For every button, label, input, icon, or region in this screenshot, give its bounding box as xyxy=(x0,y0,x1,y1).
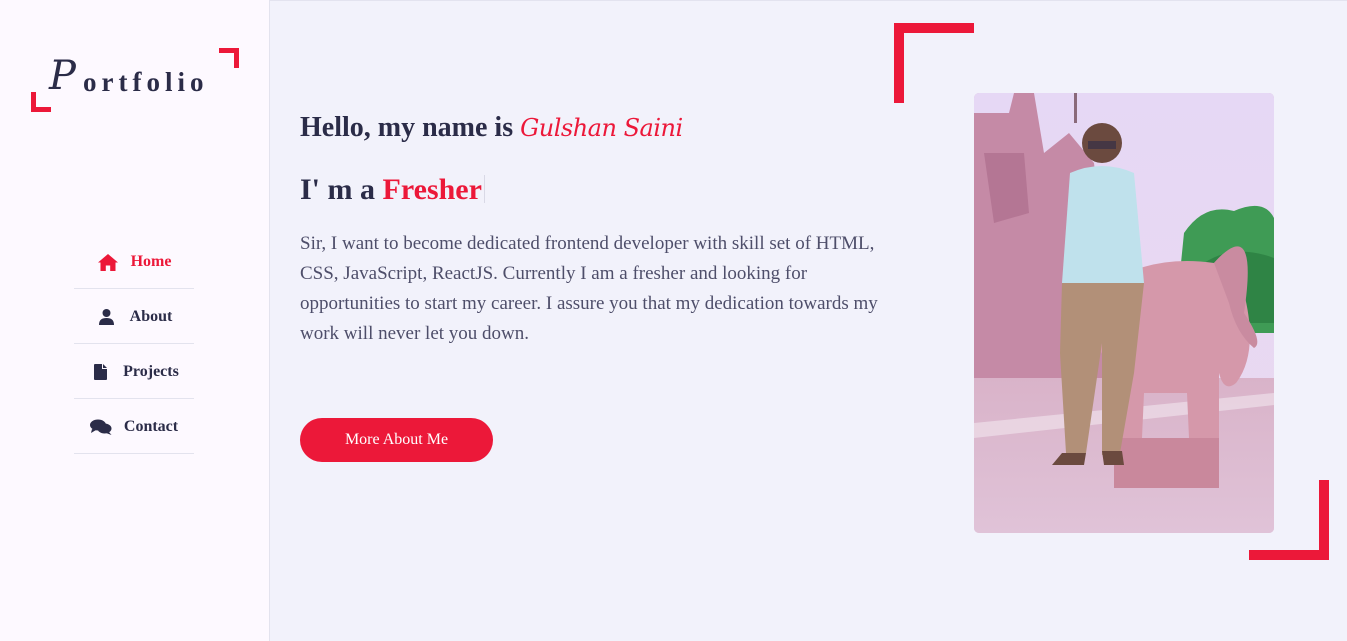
logo-text: ortfolio xyxy=(83,67,209,97)
intro-description: Sir, I want to become dedicated frontend… xyxy=(300,233,878,344)
person-name: Gulshan Saini xyxy=(520,114,683,142)
nav-item-contact[interactable]: Contact xyxy=(74,399,194,454)
sidebar: P ortfolio Home About Projects Contact xyxy=(0,0,270,641)
nav-item-label: Contact xyxy=(123,418,179,435)
nav-item-about[interactable]: About xyxy=(74,289,194,344)
file-icon xyxy=(89,363,111,381)
greeting-heading: Hello, my name is Gulshan Saini xyxy=(300,112,683,144)
nav-item-label: About xyxy=(129,308,173,325)
role-heading: I' m a Fresher xyxy=(300,173,485,207)
logo-corner-top-right xyxy=(219,48,239,68)
profile-photo xyxy=(974,93,1274,533)
photo-frame-corner-top-left xyxy=(894,23,974,103)
role-prefix: I' m a xyxy=(300,173,375,206)
logo[interactable]: P ortfolio xyxy=(31,48,239,112)
logo-corner-bottom-left xyxy=(31,92,51,112)
nav-item-label: Home xyxy=(130,253,172,270)
nav-item-label: Projects xyxy=(123,363,179,380)
comments-icon xyxy=(89,418,112,436)
more-about-me-button[interactable]: More About Me xyxy=(300,418,493,462)
greeting-text: Hello, my name is xyxy=(300,112,514,143)
logo-first-letter: P xyxy=(49,53,76,99)
main-nav: Home About Projects Contact xyxy=(74,234,194,454)
user-icon xyxy=(96,308,118,326)
nav-item-home[interactable]: Home xyxy=(74,234,194,289)
typing-cursor xyxy=(483,175,485,203)
nav-item-projects[interactable]: Projects xyxy=(74,344,194,399)
role-value: Fresher xyxy=(382,173,482,206)
home-icon xyxy=(97,253,119,271)
